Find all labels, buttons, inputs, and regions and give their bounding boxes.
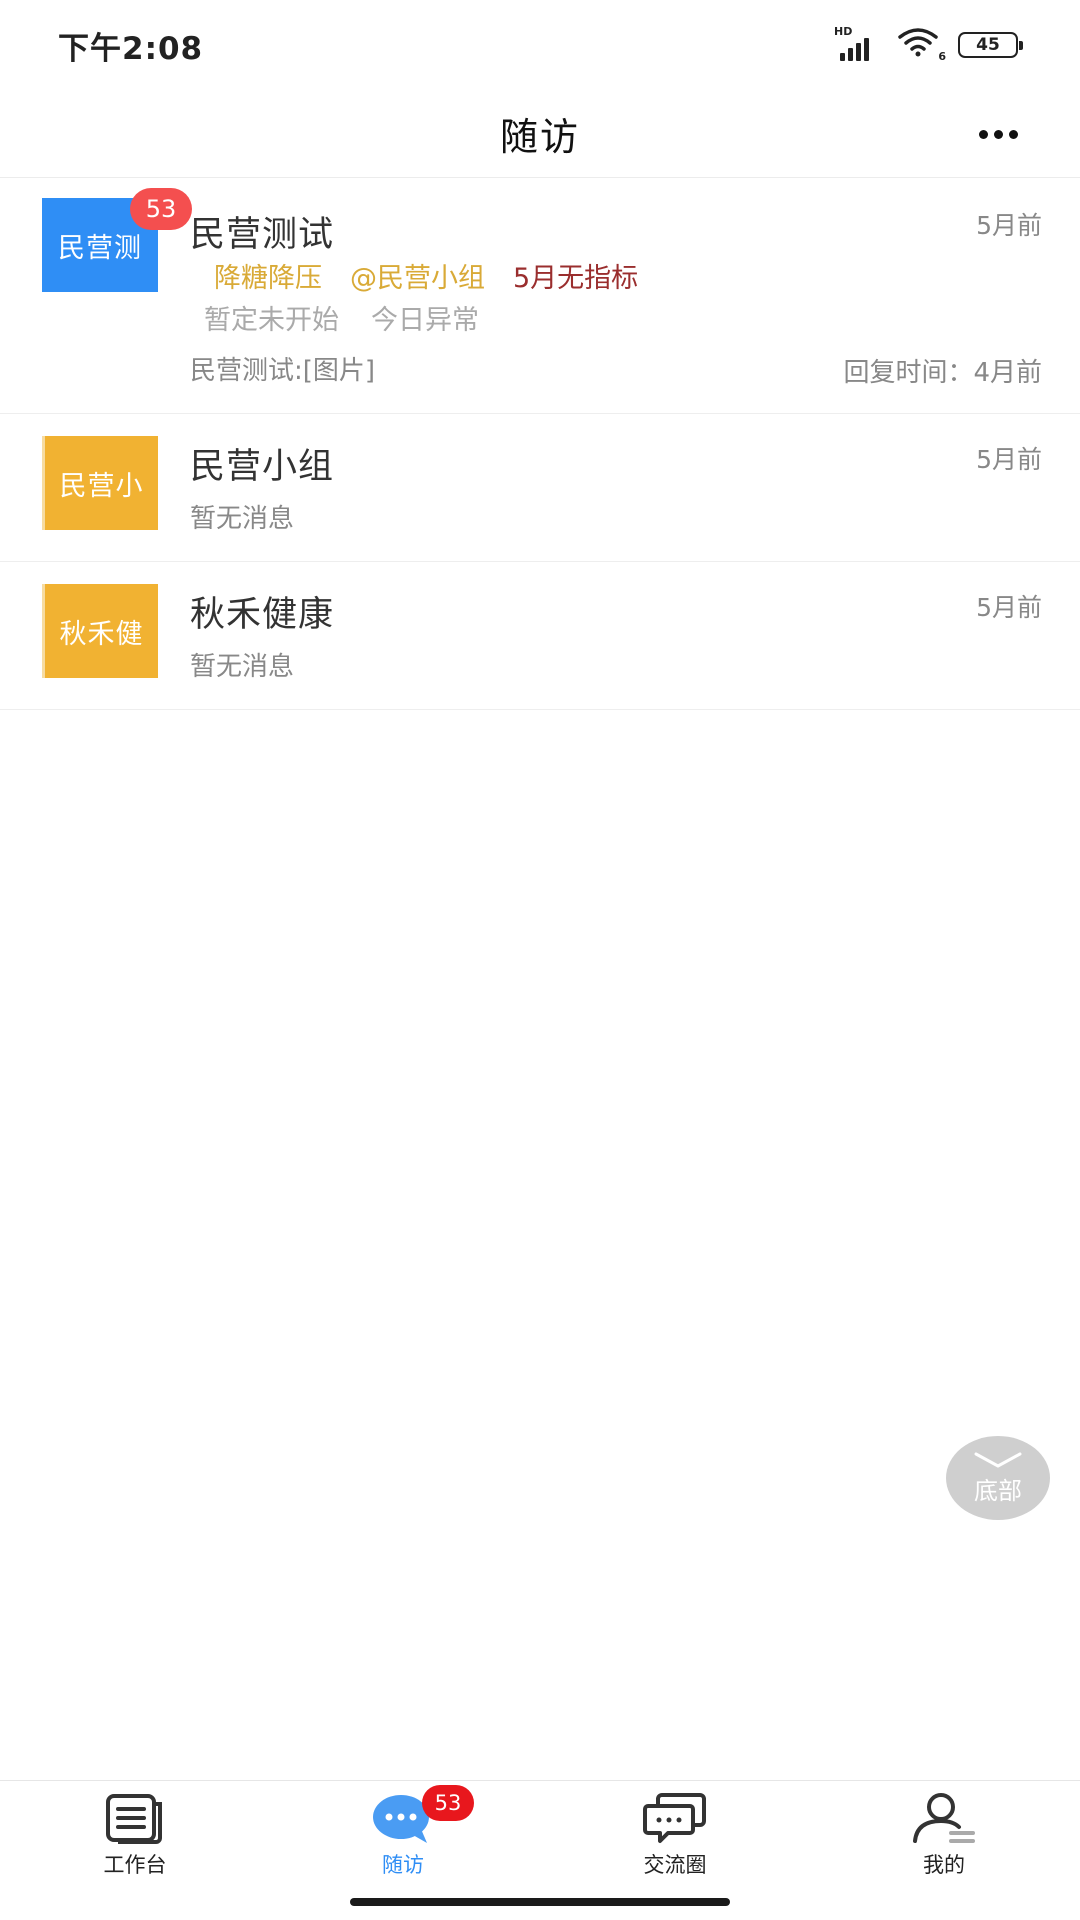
screen: 下午2:08 HD 6 45 随访 民营测 53 民营测试 5月前 降糖降压 @… [0, 0, 1080, 1920]
hd-label: HD [834, 25, 853, 38]
status-row: 暂定未开始 今日异常 [204, 298, 479, 337]
document-icon [102, 1789, 168, 1847]
chat-bubble-icon: 53 [370, 1785, 474, 1847]
battery-icon: 45 [958, 32, 1023, 58]
nav-bar: 随访 [0, 90, 1080, 178]
home-indicator[interactable] [350, 1898, 730, 1906]
conversation-item-mingying-group[interactable]: 民营小 民营小组 5月前 暂无消息 [0, 414, 1080, 562]
status-abnormal-today: 今日异常 [371, 305, 479, 336]
more-dot-icon [993, 129, 1003, 139]
tab-profile[interactable]: 我的 [864, 1789, 1024, 1889]
status-icons: HD 6 45 [834, 25, 1023, 63]
tag-no-indicator: 5月无指标 [513, 263, 639, 294]
conversation-name: 民营小组 [190, 447, 335, 487]
tab-community[interactable]: 交流圈 [595, 1789, 755, 1889]
scroll-to-bottom-button[interactable]: 底部 [946, 1436, 1050, 1520]
conversation-item-qiuhe-health[interactable]: 秋禾健 秋禾健康 5月前 暂无消息 [0, 562, 1080, 710]
scroll-to-bottom-label: 底部 [974, 1476, 1022, 1505]
tab-workbench[interactable]: 工作台 [55, 1789, 215, 1889]
wifi-icon: 6 [898, 27, 946, 63]
tab-label: 交流圈 [643, 1853, 707, 1877]
chevron-down-icon [974, 1452, 1022, 1467]
avatar: 秋禾健 [42, 584, 158, 678]
tab-label: 工作台 [103, 1853, 167, 1877]
avatar: 民营小 [42, 436, 158, 530]
conversation-time: 5月前 [976, 593, 1042, 622]
tab-followup[interactable]: 53 随访 [323, 1785, 483, 1889]
network-type: 6 [938, 50, 946, 63]
tag-diabetes-hypertension: 降糖降压 [214, 263, 322, 294]
tab-label: 我的 [923, 1853, 965, 1877]
conversation-name: 民营测试 [190, 215, 335, 255]
status-not-started: 暂定未开始 [204, 305, 339, 336]
last-message: 暂无消息 [190, 504, 295, 534]
battery-level: 45 [976, 35, 1000, 55]
last-message: 民营测试:[图片] [190, 356, 376, 386]
more-dot-icon [978, 129, 988, 139]
user-icon [911, 1789, 977, 1847]
page-title: 随访 [499, 115, 580, 159]
chat-group-icon [642, 1789, 708, 1847]
conversation-time: 5月前 [976, 211, 1042, 240]
signal-icon: HD [834, 25, 884, 63]
tag-group-mention: @民营小组 [350, 263, 485, 294]
tab-label: 随访 [382, 1853, 424, 1877]
conversation-list: 民营测 53 民营测试 5月前 降糖降压 @民营小组 5月无指标 暂定未开始 今… [0, 178, 1080, 710]
conversation-name: 秋禾健康 [190, 595, 335, 635]
conversation-time: 5月前 [976, 445, 1042, 474]
last-message: 暂无消息 [190, 652, 295, 682]
reply-time: 回复时间：4月前 [843, 358, 1042, 388]
unread-badge: 53 [130, 188, 192, 230]
more-dot-icon [1008, 129, 1018, 139]
conversation-item-mingying-test[interactable]: 民营测 53 民营测试 5月前 降糖降压 @民营小组 5月无指标 暂定未开始 今… [0, 178, 1080, 414]
tab-unread-badge: 53 [422, 1785, 474, 1821]
status-time: 下午2:08 [58, 30, 204, 67]
status-bar: 下午2:08 HD 6 45 [0, 0, 1080, 90]
more-button[interactable] [968, 114, 1028, 154]
tag-row: 降糖降压 @民营小组 5月无指标 [214, 256, 638, 295]
